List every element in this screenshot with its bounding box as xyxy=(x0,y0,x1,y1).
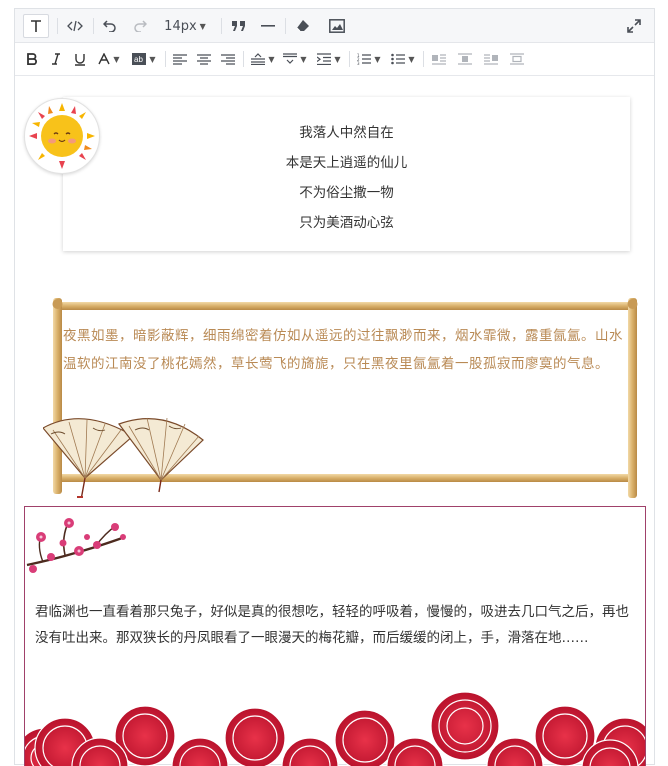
source-code-button[interactable] xyxy=(63,14,87,38)
bold-button[interactable] xyxy=(23,47,41,71)
bold-icon xyxy=(27,53,37,65)
chevron-down-icon: ▼ xyxy=(300,54,307,64)
sun-icon xyxy=(29,103,95,169)
line-height-button[interactable]: ▼ xyxy=(249,47,277,71)
toolbar-format: ▼ ab ▼ ▼ ▼ ▼ 1 2 3 ▼ ▼ xyxy=(15,43,654,76)
ordered-list-button[interactable]: 1 2 3 ▼ xyxy=(355,47,383,71)
plum-branch-icon xyxy=(26,518,126,573)
svg-text:ab: ab xyxy=(134,55,143,64)
poem-line-2: 本是天上逍遥的仙儿 xyxy=(285,155,408,171)
paragraph-spacing-button[interactable]: ▼ xyxy=(281,47,309,71)
text-icon xyxy=(31,20,41,32)
float-right-icon xyxy=(484,54,498,65)
chevron-down-icon: ▼ xyxy=(374,54,381,64)
float-left-icon xyxy=(432,54,446,65)
eraser-icon xyxy=(296,20,309,32)
underline-button[interactable] xyxy=(71,47,89,71)
align-left-button[interactable] xyxy=(171,47,189,71)
align-left-icon xyxy=(173,53,187,65)
float-none-button[interactable] xyxy=(507,47,527,71)
redo-button[interactable] xyxy=(129,14,151,38)
scroll-paragraph: 夜黑如墨，暗影蔽辉，细雨绵密着仿如从遥远的过往飘渺而来，烟水霏微，露重氤氲。山水… xyxy=(63,328,623,372)
highlight-icon: ab xyxy=(132,53,147,65)
clear-format-button[interactable] xyxy=(291,14,315,38)
poem-card: 我落人中然自在 本是天上逍遥的仙儿 不为俗尘撒一物 只为美酒动心弦 xyxy=(63,97,630,251)
sun-avatar xyxy=(24,98,100,174)
align-center-icon xyxy=(197,53,211,65)
rich-text-editor: 14px ▼ ▼ ab ▼ ▼ ▼ ▼ 1 2 3 ▼ ▼ 我落人中然自在 本是… xyxy=(14,8,655,766)
toolbar-primary: 14px ▼ xyxy=(15,9,654,43)
chevron-down-icon: ▼ xyxy=(408,54,415,64)
poem-line-3: 不为俗尘撒一物 xyxy=(299,185,394,201)
italic-icon xyxy=(52,53,60,65)
svg-text:3: 3 xyxy=(357,61,360,65)
chevron-down-icon: ▼ xyxy=(149,54,156,64)
font-color-icon xyxy=(98,53,111,65)
bullet-list-icon xyxy=(391,53,406,65)
underline-icon xyxy=(75,53,85,66)
image-icon xyxy=(329,19,345,33)
chevron-down-icon: ▼ xyxy=(334,54,341,64)
fullscreen-button[interactable] xyxy=(623,14,645,38)
italic-button[interactable] xyxy=(47,47,65,71)
chevron-down-icon: ▼ xyxy=(199,21,206,31)
font-color-button[interactable]: ▼ xyxy=(95,47,123,71)
float-center-button[interactable] xyxy=(455,47,475,71)
paragraph-spacing-icon xyxy=(283,53,298,64)
bullet-list-button[interactable]: ▼ xyxy=(389,47,417,71)
float-left-button[interactable] xyxy=(429,47,449,71)
quote-icon xyxy=(232,21,245,31)
fan-decoration xyxy=(43,417,204,498)
plum-paragraph: 君临渊也一直看着那只兔子，好似是真的很想吃，轻轻的呼吸着，慢慢的，吸进去几口气之… xyxy=(35,604,629,646)
expand-icon xyxy=(627,19,641,33)
align-right-button[interactable] xyxy=(219,47,237,71)
float-none-icon xyxy=(510,53,524,65)
red-wave-pattern xyxy=(25,691,645,766)
chevron-down-icon: ▼ xyxy=(268,54,275,64)
horizontal-rule-button[interactable] xyxy=(257,14,279,38)
ordered-list-icon: 123 xyxy=(357,53,372,65)
align-center-button[interactable] xyxy=(195,47,213,71)
poem-line-4: 只为美酒动心弦 xyxy=(299,215,394,231)
editor-content[interactable]: 我落人中然自在 本是天上逍遥的仙儿 不为俗尘撒一物 只为美酒动心弦 夜黑如墨，暗… xyxy=(15,76,654,766)
redo-icon xyxy=(134,20,147,32)
poem-line-1: 我落人中然自在 xyxy=(299,125,394,141)
plum-blossom-section: 君临渊也一直看着那只兔子，好似是真的很想吃，轻轻的呼吸着，慢慢的，吸进去几口气之… xyxy=(24,506,646,766)
font-size-value: 14px xyxy=(164,18,197,34)
background-color-button[interactable]: ab ▼ xyxy=(129,47,159,71)
insert-image-button[interactable] xyxy=(325,14,349,38)
horizontal-rule-icon xyxy=(261,25,275,27)
undo-icon xyxy=(103,20,116,32)
float-center-icon xyxy=(458,53,472,65)
font-size-select[interactable]: 14px ▼ xyxy=(159,14,211,38)
quote-button[interactable] xyxy=(227,14,251,38)
indent-icon xyxy=(317,53,332,65)
float-right-button[interactable] xyxy=(481,47,501,71)
text-mode-button[interactable] xyxy=(23,14,49,38)
code-icon xyxy=(67,20,83,32)
line-height-icon xyxy=(251,53,266,65)
align-right-icon xyxy=(221,53,235,65)
indent-button[interactable]: ▼ xyxy=(315,47,343,71)
chevron-down-icon: ▼ xyxy=(113,54,120,64)
undo-button[interactable] xyxy=(99,14,121,38)
